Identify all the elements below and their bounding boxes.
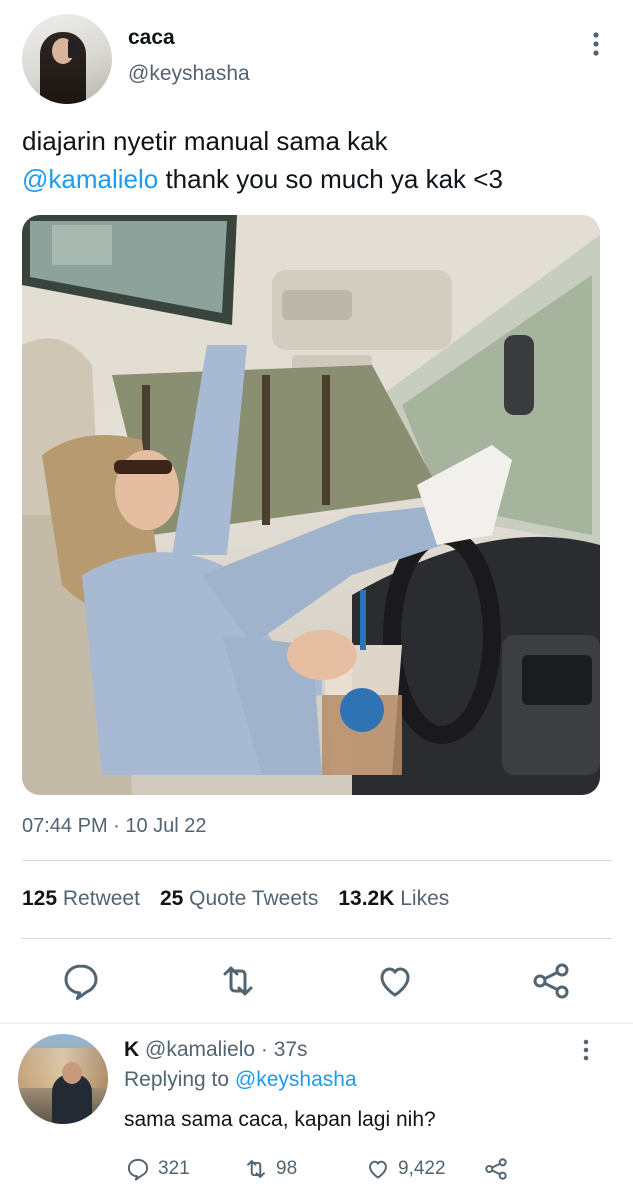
reply-more-options-icon[interactable] — [574, 1038, 598, 1062]
replying-handle-link[interactable]: @keyshasha — [235, 1068, 357, 1091]
tweet-text-line1: diajarin nyetir manual sama kak — [22, 126, 388, 156]
reply-reply-action[interactable]: 321 — [124, 1154, 190, 1184]
quotes-label: Quote Tweets — [189, 887, 319, 910]
share-icon — [485, 1158, 507, 1180]
reply-count: 321 — [158, 1158, 190, 1179]
replying-to: Replying to @keyshasha — [124, 1068, 357, 1092]
divider-bottom — [22, 938, 612, 939]
reply-retweet-action[interactable]: 98 — [242, 1154, 297, 1184]
reply-display-name[interactable]: K — [124, 1038, 139, 1061]
retweets-label: Retweet — [62, 887, 140, 910]
more-options-icon[interactable] — [582, 30, 610, 58]
reply-header: K @kamalielo · 37s — [124, 1038, 308, 1062]
reply-text: sama sama caca, kapan lagi nih? — [124, 1108, 436, 1131]
tweet-mention-link[interactable]: @kamalielo — [22, 164, 158, 194]
quotes-stat[interactable]: 25 Quote Tweets — [160, 887, 318, 910]
tweet-header: caca @keyshasha — [0, 0, 633, 110]
replying-prefix: Replying to — [124, 1068, 235, 1091]
author-display-name[interactable]: caca — [128, 26, 175, 50]
avatar-phone — [68, 40, 78, 58]
tweet-action-bar — [0, 958, 633, 1004]
reply-icon — [127, 1158, 149, 1181]
tweet-text-rest: thank you so much ya kak <3 — [158, 164, 503, 194]
like-icon[interactable] — [372, 958, 418, 1004]
tweet-text-line2: @kamalielo thank you so much ya kak <3 — [22, 160, 612, 198]
reply-author-avatar[interactable] — [18, 1034, 108, 1124]
likes-label: Likes — [400, 887, 450, 910]
tweet-timestamp[interactable]: 07:44 PM · 10 Jul 22 — [22, 815, 207, 838]
reply-handle-time[interactable]: @kamalielo · 37s — [145, 1038, 308, 1061]
tweet-media-photo[interactable] — [22, 215, 600, 795]
author-avatar[interactable] — [22, 14, 112, 104]
section-separator — [0, 1022, 633, 1024]
retweets-stat[interactable]: 125 Retweet — [22, 887, 140, 910]
avatar-face — [62, 1062, 82, 1084]
likes-count: 13.2K — [338, 887, 395, 910]
divider-top — [22, 860, 612, 861]
reply-like-action[interactable]: 9,422 — [364, 1154, 446, 1184]
reply-retweet-count: 98 — [276, 1158, 298, 1179]
likes-stat[interactable]: 13.2K Likes — [338, 887, 449, 910]
like-icon — [369, 1160, 387, 1179]
reply-icon[interactable] — [58, 958, 104, 1004]
reply-like-count: 9,422 — [398, 1158, 446, 1179]
reply-action-bar: 321 98 9,422 — [124, 1154, 614, 1184]
retweet-icon — [247, 1160, 265, 1178]
tweet-stats: 125 Retweet 25 Quote Tweets 13.2K Likes — [22, 887, 449, 911]
quotes-count: 25 — [159, 887, 184, 910]
share-icon[interactable] — [528, 958, 574, 1004]
retweets-count: 125 — [22, 887, 58, 910]
reply-share-action[interactable] — [482, 1154, 510, 1184]
retweet-icon[interactable] — [215, 958, 261, 1004]
car-interior-photo — [22, 215, 600, 795]
tweet-text: diajarin nyetir manual sama kak @kamalie… — [22, 122, 612, 198]
author-handle[interactable]: @keyshasha — [128, 62, 250, 86]
